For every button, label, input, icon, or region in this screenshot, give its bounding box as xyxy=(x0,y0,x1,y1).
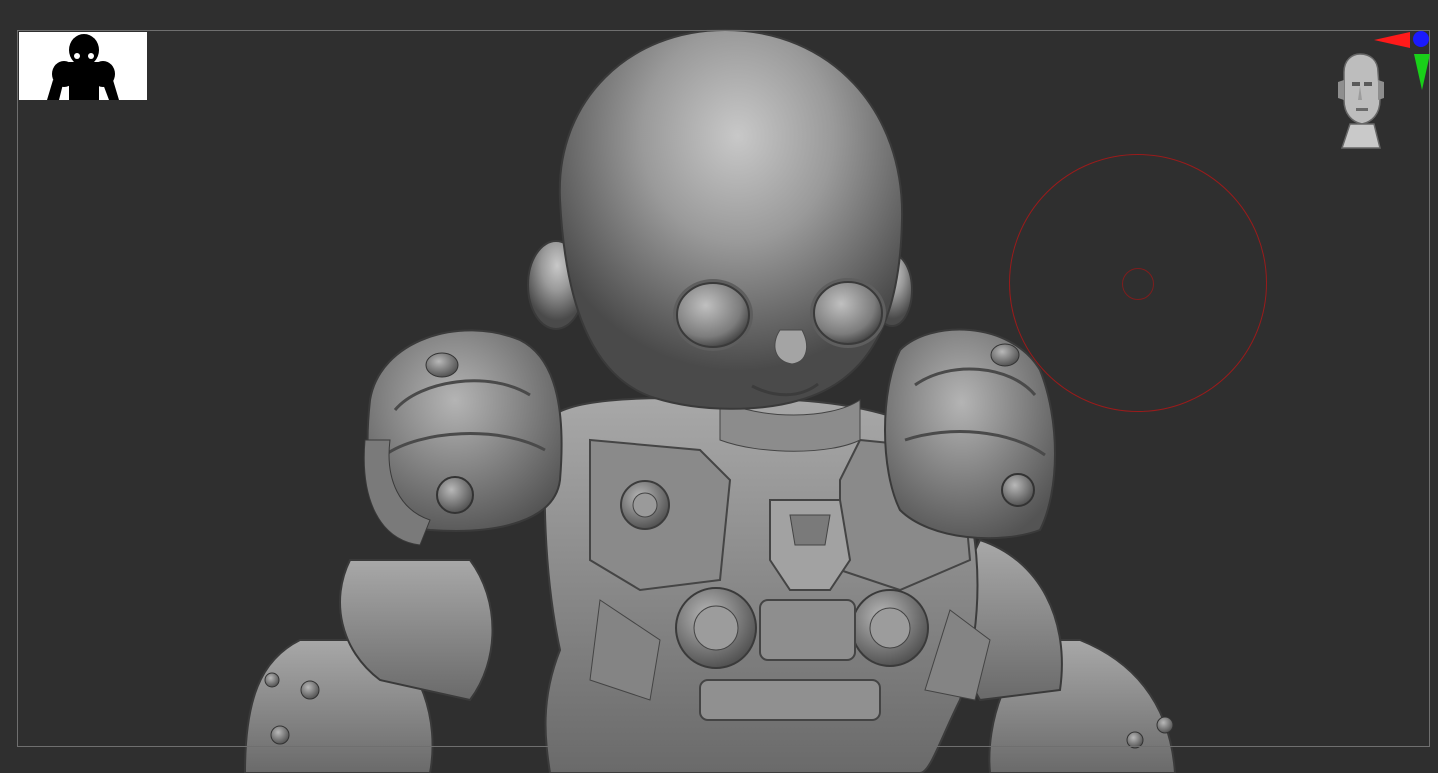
x-axis-icon xyxy=(1374,32,1410,48)
head-navigation-icon[interactable] xyxy=(1330,52,1390,156)
z-axis-icon xyxy=(1413,31,1429,47)
y-axis-icon xyxy=(1414,54,1430,90)
brush-focal-ring xyxy=(1122,268,1154,300)
document-frame xyxy=(17,30,1430,747)
silhouette-thumbnail xyxy=(19,32,147,100)
silhouette-preview-icon xyxy=(47,34,119,100)
zbrush-viewport[interactable] xyxy=(0,0,1438,773)
